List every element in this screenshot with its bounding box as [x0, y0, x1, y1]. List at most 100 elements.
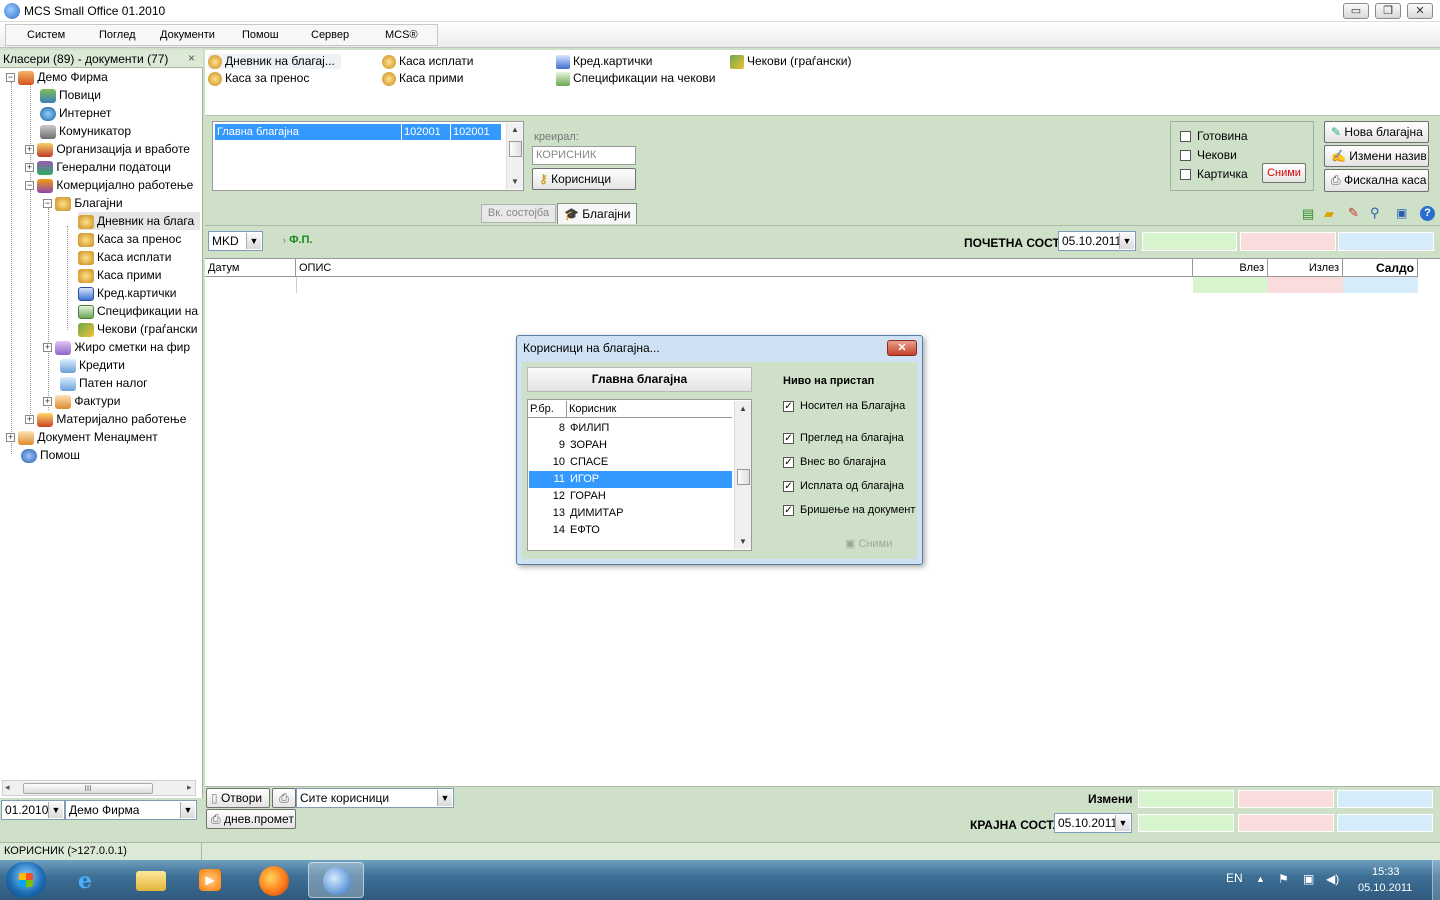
shortcut-credit-cards[interactable]: Кред.картички — [556, 54, 652, 69]
tree-item-check-specs[interactable]: Спецификации на — [78, 302, 198, 320]
network-icon[interactable]: ▣ — [1303, 872, 1314, 886]
user-row[interactable]: 12 ГОРАН — [529, 488, 732, 505]
tree-item-checks[interactable]: Чекови (граѓански — [78, 320, 198, 338]
cashbox-list[interactable]: Главна благајна 102001 102001 ▲ ▼ — [212, 121, 524, 191]
start-button[interactable] — [6, 862, 46, 898]
clock-date[interactable]: 05.10.2011 — [1358, 882, 1412, 894]
closing-date-select[interactable]: 05.10.2011 ▼ — [1054, 813, 1132, 833]
column-in[interactable]: Влез — [1193, 259, 1268, 277]
clock-time[interactable]: 15:33 — [1372, 866, 1400, 878]
tree-item-communicator[interactable]: Комуникатор — [40, 122, 131, 140]
tree-item-document-management[interactable]: + Документ Менаџмент — [6, 428, 158, 446]
menu-server[interactable]: Сервер — [311, 29, 349, 41]
minimize-button[interactable]: ▭ — [1343, 3, 1369, 19]
taskbar-explorer[interactable] — [122, 862, 178, 898]
new-cashbox-button[interactable]: ✎ Нова благајна — [1324, 121, 1429, 143]
filter-cash[interactable]: Готовина — [1180, 129, 1248, 143]
cashbox-row-selected[interactable]: Главна благајна 102001 102001 — [215, 124, 501, 140]
tree-item-cash-receipts[interactable]: Каса прими — [78, 266, 162, 284]
permission-delete-document[interactable]: ✓ Бришење на документ — [783, 504, 915, 516]
tree-item-organization[interactable]: + Организација и вработе — [25, 140, 190, 158]
menu-system[interactable]: Систем — [27, 29, 65, 41]
expander-icon[interactable]: − — [25, 181, 34, 191]
restore-button[interactable]: ❐ — [1375, 3, 1401, 19]
tree-item-demo-firm[interactable]: − Демо Фирма — [6, 68, 108, 86]
filter-card[interactable]: Картичка — [1180, 167, 1248, 181]
shortcut-cash-payments[interactable]: Каса исплати — [382, 54, 473, 69]
menu-view[interactable]: Поглед — [99, 29, 136, 41]
menu-documents[interactable]: Документи — [160, 29, 215, 41]
action-center-icon[interactable]: ⚑ — [1278, 872, 1289, 886]
print-icon[interactable]: ⎙ — [272, 788, 296, 808]
tree-item-credit-cards[interactable]: Кред.картички — [78, 284, 176, 302]
tab-total-balance[interactable]: Вк. состојба — [481, 204, 556, 223]
shortcut-transfer-cash[interactable]: Каса за пренос — [208, 71, 309, 86]
tree-item-internet[interactable]: Интернет — [40, 104, 111, 122]
tree-item-invoices[interactable]: + Фактури — [43, 392, 120, 410]
permission-view[interactable]: ✓ Преглед на благајна — [783, 432, 904, 444]
delete-icon[interactable]: ▣ — [1396, 206, 1407, 220]
tab-cashboxes[interactable]: 🎓 Благајни — [557, 203, 637, 224]
tree-item-cash-payments[interactable]: Каса исплати — [78, 248, 171, 266]
taskbar-mcs[interactable] — [308, 862, 364, 898]
column-description[interactable]: ОПИС — [296, 259, 1193, 277]
expander-icon[interactable]: − — [6, 73, 15, 83]
close-button[interactable]: ✕ — [1407, 3, 1433, 19]
column-number[interactable]: Р.бр. — [528, 401, 567, 418]
shortcut-cash-receipts[interactable]: Каса прими — [382, 71, 464, 86]
fiscal-register-button[interactable]: ⎙ Фискална каса — [1324, 169, 1429, 192]
expander-icon[interactable]: + — [43, 397, 52, 407]
shortcut-check-specs[interactable]: Спецификации на чекови — [556, 71, 716, 86]
dialog-users-scrollbar[interactable]: ▲ ▼ — [734, 401, 751, 549]
tree-item-cash-journal[interactable]: Дневник на блага — [78, 212, 200, 230]
user-row[interactable]: 8 ФИЛИП — [529, 420, 732, 437]
column-out[interactable]: Излез — [1268, 259, 1343, 277]
column-user[interactable]: Корисник — [567, 401, 732, 418]
permission-entry[interactable]: ✓ Внес во благајна — [783, 456, 886, 468]
tree-item-calls[interactable]: Повици — [40, 86, 101, 104]
shortcut-checks[interactable]: Чекови (граѓански) — [730, 54, 852, 69]
shortcut-cash-journal[interactable]: Дневник на благај... — [208, 54, 341, 69]
new-doc-icon[interactable]: ▤ — [1302, 206, 1314, 222]
filter-save-button[interactable]: Сними — [1262, 163, 1306, 183]
users-button[interactable]: ⚷ Корисници — [532, 168, 636, 190]
tree-item-commerce[interactable]: − Комерцијално работење — [25, 176, 193, 194]
permission-payout[interactable]: ✓ Исплата од благајна — [783, 480, 904, 492]
tree-item-general-data[interactable]: + Генерални податоци — [25, 158, 171, 176]
opening-date-select[interactable]: 05.10.2011 ▼ — [1058, 231, 1136, 251]
filter-checks[interactable]: Чекови — [1180, 148, 1237, 162]
help-icon[interactable]: ? — [1420, 206, 1435, 221]
taskbar-ie[interactable]: e — [62, 862, 118, 898]
taskbar-media[interactable]: ▶ — [182, 862, 238, 898]
dialog-save-button[interactable]: ▣ Сними — [845, 537, 892, 550]
volume-icon[interactable]: ◀) — [1326, 872, 1339, 886]
tree-item-credits[interactable]: Кредити — [60, 356, 125, 374]
open-folder-icon[interactable]: ▰ — [1324, 206, 1334, 222]
user-row[interactable]: 14 ЕФТО — [529, 522, 732, 539]
dialog-close-button[interactable]: ✕ — [887, 340, 917, 356]
language-indicator[interactable]: EN — [1226, 871, 1243, 885]
edit-icon[interactable]: ✎ — [1348, 205, 1359, 221]
tree-horizontal-scrollbar[interactable]: ◂ III ▸ — [2, 780, 196, 796]
taskbar-firefox[interactable] — [246, 862, 302, 898]
cashbox-list-scrollbar[interactable]: ▲ ▼ — [506, 123, 523, 189]
daily-turnover-button[interactable]: ⎙ днев.промет — [206, 809, 296, 829]
tree-item-cashboxes[interactable]: − Благајни — [43, 194, 123, 212]
user-row[interactable]: 11 ИГОР — [529, 471, 732, 488]
open-button[interactable]: ▯ Отвори — [206, 788, 270, 808]
scrollbar-thumb[interactable]: III — [23, 783, 153, 794]
company-select[interactable]: Демо Фирма ▼ — [65, 800, 197, 820]
rename-button[interactable]: ✍ Измени назив — [1324, 145, 1429, 167]
menu-mcs[interactable]: MCS® — [385, 29, 418, 41]
creator-field[interactable]: КОРИСНИК — [532, 146, 636, 165]
expander-icon[interactable]: + — [25, 145, 34, 155]
user-row[interactable]: 10 СПАСЕ — [529, 454, 732, 471]
expander-icon[interactable]: + — [25, 415, 34, 425]
tree-item-travel-order[interactable]: Патен налог — [60, 374, 148, 392]
expander-icon[interactable]: + — [25, 163, 34, 173]
dialog-users-list[interactable]: Р.бр. Корисник 8 ФИЛИП 9 ЗОРАН 10 СПАСЕ 11 ИГОР… — [527, 399, 752, 551]
scroll-left-icon[interactable]: ◂ — [5, 782, 10, 793]
users-filter-select[interactable]: Сите корисници ▼ — [296, 788, 454, 808]
tree-item-help[interactable]: Помош — [21, 446, 80, 464]
tray-expand-icon[interactable]: ▲ — [1256, 874, 1265, 884]
